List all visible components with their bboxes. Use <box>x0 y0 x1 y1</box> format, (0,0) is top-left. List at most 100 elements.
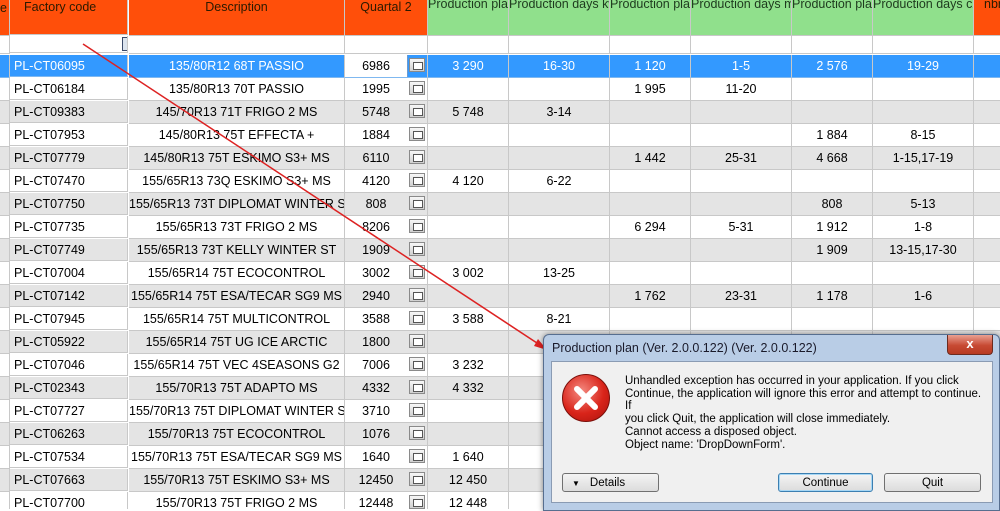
days-cze-cell[interactable]: 5-13 <box>873 193 974 216</box>
row-edit-icon[interactable] <box>409 449 425 463</box>
row-indicator[interactable] <box>0 101 10 124</box>
row-edit-icon[interactable] <box>409 380 425 394</box>
table-row[interactable]: PL-CT07750 155/65R13 73T DIPLOMAT WINTER … <box>0 193 1000 216</box>
row-edit-icon[interactable] <box>409 81 425 95</box>
row-edit-icon[interactable] <box>409 495 425 509</box>
plan-kwi-cell[interactable] <box>428 331 509 354</box>
description-cell[interactable]: 145/80R13 75T EFFECTA + <box>129 124 345 147</box>
days-cze-cell[interactable]: 8-15 <box>873 124 974 147</box>
description-filter[interactable] <box>129 36 345 54</box>
days-kwi-cell[interactable] <box>509 193 610 216</box>
quartal-value[interactable]: 1909 <box>345 239 407 261</box>
factory-code-cell[interactable]: PL-CT07727 <box>10 400 128 422</box>
row-edit-icon[interactable] <box>409 288 425 302</box>
column-header-nbr[interactable]: nbr s <box>974 0 1000 36</box>
row-edit-icon[interactable] <box>409 242 425 256</box>
quartal-cell[interactable]: 808 <box>345 193 428 216</box>
plan-cze-cell[interactable]: 808 <box>792 193 873 216</box>
quartal-cell[interactable]: 3588 <box>345 308 428 331</box>
nbr-cell[interactable] <box>974 170 1000 193</box>
row-edit-icon[interactable] <box>409 196 425 210</box>
factory-code-cell[interactable]: PL-CT07779 <box>10 147 128 169</box>
days-cze-cell[interactable]: 1-6 <box>873 285 974 308</box>
row-edit-icon[interactable] <box>409 403 425 417</box>
quartal-cell[interactable]: 2940 <box>345 285 428 308</box>
factory-code-cell[interactable]: PL-CT07700 <box>10 492 128 509</box>
factory-code-cell[interactable]: PL-CT06184 <box>10 78 128 100</box>
days-kwi-cell[interactable]: 6-22 <box>509 170 610 193</box>
days-cze-cell[interactable] <box>873 308 974 331</box>
dropdown-arrow-icon[interactable]: ▼ <box>122 37 127 51</box>
plan-maj-cell[interactable]: 6 294 <box>610 216 691 239</box>
nbr-cell[interactable] <box>974 147 1000 170</box>
row-indicator[interactable] <box>0 469 10 492</box>
days-maj-cell[interactable] <box>691 262 792 285</box>
row-edit-icon[interactable] <box>409 150 425 164</box>
days-maj-cell[interactable]: 5-31 <box>691 216 792 239</box>
plan-cze-cell[interactable] <box>792 101 873 124</box>
quartal-value[interactable]: 8206 <box>345 216 407 238</box>
nbr-cell[interactable] <box>974 216 1000 239</box>
description-cell[interactable]: 155/65R13 73T DIPLOMAT WINTER ST <box>129 193 345 216</box>
column-header-row-indicator[interactable]: e <box>0 0 10 36</box>
description-cell[interactable]: 135/80R13 70T PASSIO <box>129 78 345 101</box>
quartal-cell[interactable]: 6110 <box>345 147 428 170</box>
factory-code-cell[interactable]: PL-CT02343 <box>10 377 128 399</box>
description-cell[interactable]: 155/65R14 75T UG ICE ARCTIC <box>129 331 345 354</box>
row-edit-icon[interactable] <box>409 311 425 325</box>
plan-kwi-cell[interactable]: 12 448 <box>428 492 509 509</box>
quartal-value[interactable]: 12450 <box>345 469 407 491</box>
row-indicator[interactable] <box>0 262 10 285</box>
days-kwi-filter[interactable] <box>509 36 610 54</box>
table-row[interactable]: PL-CT06184 135/80R13 70T PASSIO 1995 1 995 1… <box>0 78 1000 101</box>
quartal-cell[interactable]: 12450 <box>345 469 428 492</box>
plan-maj-cell[interactable] <box>610 170 691 193</box>
days-maj-cell[interactable] <box>691 124 792 147</box>
plan-kwi-cell[interactable] <box>428 193 509 216</box>
days-cze-cell[interactable]: 1-15,17-19 <box>873 147 974 170</box>
plan-cze-filter[interactable] <box>792 36 873 54</box>
row-edit-icon[interactable] <box>409 426 425 440</box>
row-edit-icon[interactable] <box>409 357 425 371</box>
plan-cze-cell[interactable] <box>792 78 873 101</box>
quartal-filter[interactable] <box>345 36 428 54</box>
quartal-value[interactable]: 6986 <box>345 55 408 77</box>
quartal-value[interactable]: 4120 <box>345 170 407 192</box>
nbr-filter[interactable] <box>974 36 1000 54</box>
description-cell[interactable]: 155/70R13 75T DIPLOMAT WINTER ST <box>129 400 345 423</box>
row-indicator[interactable] <box>0 170 10 193</box>
days-maj-cell[interactable]: 1-5 <box>691 55 792 78</box>
column-header-days-cze[interactable]: Production days cze <box>873 0 974 36</box>
plan-cze-cell[interactable]: 1 912 <box>792 216 873 239</box>
plan-cze-cell[interactable] <box>792 262 873 285</box>
days-kwi-cell[interactable]: 8-21 <box>509 308 610 331</box>
row-indicator[interactable] <box>0 239 10 262</box>
quartal-value[interactable]: 1800 <box>345 331 407 353</box>
table-row[interactable]: PL-CT07004 155/65R14 75T ECOCONTROL 3002 3 … <box>0 262 1000 285</box>
row-indicator[interactable] <box>0 446 10 469</box>
plan-maj-cell[interactable] <box>610 193 691 216</box>
quartal-cell[interactable]: 7006 <box>345 354 428 377</box>
factory-code-cell[interactable]: PL-CT07470 <box>10 170 128 192</box>
quartal-cell[interactable]: 1909 <box>345 239 428 262</box>
days-kwi-cell[interactable]: 3-14 <box>509 101 610 124</box>
days-kwi-cell[interactable] <box>509 285 610 308</box>
days-kwi-cell[interactable] <box>509 124 610 147</box>
row-indicator[interactable] <box>0 285 10 308</box>
quartal-cell[interactable]: 1800 <box>345 331 428 354</box>
quartal-value[interactable]: 1884 <box>345 124 407 146</box>
days-cze-cell[interactable] <box>873 101 974 124</box>
days-kwi-cell[interactable] <box>509 239 610 262</box>
quartal-cell[interactable]: 1995 <box>345 78 428 101</box>
factory-code-cell[interactable]: PL-CT06263 <box>10 423 128 445</box>
row-indicator[interactable] <box>0 423 10 446</box>
plan-maj-cell[interactable] <box>610 308 691 331</box>
plan-kwi-cell[interactable]: 3 232 <box>428 354 509 377</box>
factory-code-cell[interactable]: PL-CT07945 <box>10 308 128 330</box>
row-indicator[interactable] <box>0 55 10 78</box>
plan-maj-cell[interactable]: 1 442 <box>610 147 691 170</box>
factory-code-cell[interactable]: PL-CT07750 <box>10 193 128 215</box>
row-edit-icon[interactable] <box>409 219 425 233</box>
plan-kwi-cell[interactable]: 4 120 <box>428 170 509 193</box>
plan-maj-cell[interactable]: 1 120 <box>610 55 691 78</box>
